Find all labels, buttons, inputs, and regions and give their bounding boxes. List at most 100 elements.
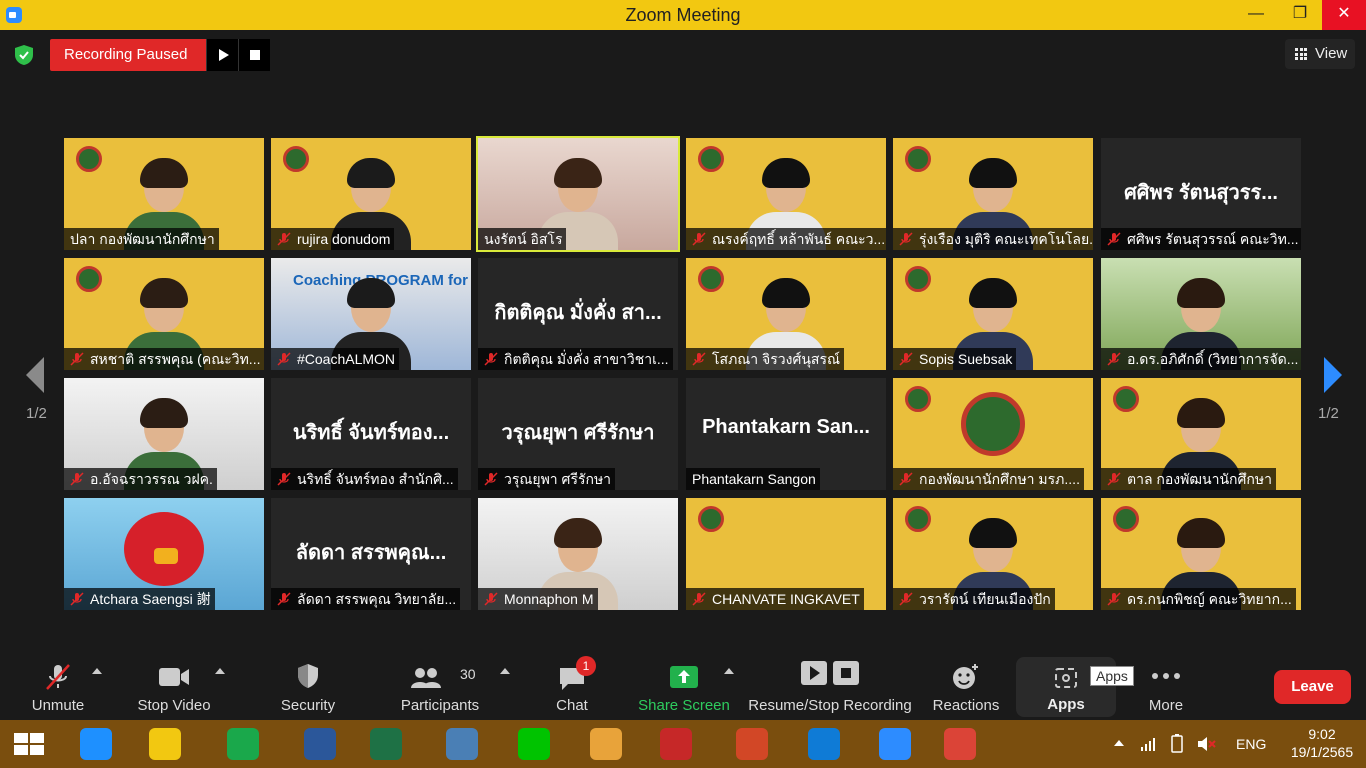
chat-button[interactable]: 1 Chat	[548, 650, 596, 720]
more-dots-icon	[1152, 673, 1180, 679]
participant-video-tile[interactable]: Coaching PROGRAM for #CoachALMON	[271, 258, 471, 370]
participant-video-tile[interactable]: ศศิพร รัตนสุวรร... ศศิพร รัตนสุวรรณ์ คณะว…	[1101, 138, 1301, 250]
participant-video-tile[interactable]: ปลา กองพัฒนานักศึกษา	[64, 138, 264, 250]
meeting-topbar: Recording Paused View	[0, 30, 1366, 78]
participant-name: CHANVATE INGKAVET	[712, 591, 860, 607]
participants-button[interactable]: 30 Participants	[396, 650, 484, 720]
participant-name: อ.อัจฉราวรรณ วฝค.	[90, 471, 213, 487]
participant-video-tile[interactable]: Monnaphon M	[478, 498, 678, 610]
chrome-icon[interactable]	[938, 724, 982, 764]
share-options-caret[interactable]	[724, 668, 734, 674]
view-button[interactable]: View	[1285, 39, 1355, 69]
battery-icon[interactable]	[1168, 734, 1186, 754]
participant-video-tile[interactable]: วรารัตน์ เทียนเมืองปัก	[893, 498, 1093, 610]
participant-display-name: วรุณยุพา ศรีรักษา	[501, 422, 655, 444]
participant-video-tile[interactable]: Sopis Suebsak	[893, 258, 1093, 370]
participant-video-tile[interactable]: นริทธิ์ จันทร์ทอง... นริทธิ์ จันทร์ทอง สำ…	[271, 378, 471, 490]
participant-display-name: ศศิพร รัตนสุวรร...	[1124, 182, 1278, 204]
participant-video-tile[interactable]: rujira donudom	[271, 138, 471, 250]
speaker-muted-icon[interactable]	[1196, 735, 1216, 753]
participant-name: กิตติคุณ มั่งคั่ง สาขาวิชาเ...	[504, 351, 669, 367]
participants-options-caret[interactable]	[500, 668, 510, 674]
university-logo-icon	[283, 146, 309, 172]
participant-name: rujira donudom	[297, 231, 391, 247]
participant-video-tile[interactable]: Atchara Saengsi 謝	[64, 498, 264, 610]
resume-stop-recording-button[interactable]: Resume/Stop Recording	[746, 650, 914, 720]
encryption-shield-icon[interactable]	[14, 44, 34, 66]
windows-start-icon[interactable]	[14, 733, 46, 755]
university-logo-icon	[698, 266, 724, 292]
word-icon[interactable]	[298, 724, 342, 764]
participant-display-name: Phantakarn San...	[702, 416, 870, 438]
muted-mic-icon	[692, 232, 706, 246]
participant-name-tag: ศศิพร รัตนสุวรรณ์ คณะวิท...	[1101, 228, 1301, 250]
powerpoint-icon[interactable]	[730, 724, 774, 764]
clock-date: 19/1/2565	[1290, 744, 1354, 760]
lisrel-icon[interactable]	[654, 724, 698, 764]
participant-name: สหชาติ สรรพคุณ (คณะวิท...	[90, 351, 261, 367]
minimize-button[interactable]: —	[1234, 0, 1278, 30]
clock[interactable]: 9:02 19/1/2565	[1290, 720, 1354, 768]
more-button[interactable]: More	[1138, 650, 1194, 720]
participant-video-tile[interactable]: ตาล กองพัฒนานักศึกษา	[1101, 378, 1301, 490]
recording-controls-icon	[801, 661, 859, 685]
zoom-icon[interactable]	[873, 724, 917, 764]
reactions-button[interactable]: Reactions	[928, 650, 1004, 720]
university-logo-icon	[1113, 386, 1139, 412]
participant-name: Monnaphon M	[504, 591, 594, 607]
leave-button[interactable]: Leave	[1274, 670, 1351, 704]
stop-recording-button[interactable]	[238, 39, 270, 71]
participant-video-tile[interactable]: CHANVATE INGKAVET	[686, 498, 886, 610]
resume-recording-button[interactable]	[206, 39, 238, 71]
participant-name-tag: ณรงค์ฤทธิ์ หล้าพันธ์ คณะว...	[686, 228, 886, 250]
participant-video-tile[interactable]: ลัดดา สรรพคุณ... ลัดดา สรรพคุณ วิทยาลัย..…	[271, 498, 471, 610]
video-options-caret[interactable]	[215, 668, 225, 674]
input-language[interactable]: ENG	[1236, 720, 1266, 768]
participant-video-tile[interactable]: โสภณา จิรวงศ์นุสรณ์	[686, 258, 886, 370]
participant-video-tile[interactable]: ดร.กนกพิชญ์ คณะวิทยาก...	[1101, 498, 1301, 610]
close-button[interactable]: ✕	[1322, 0, 1366, 30]
muted-mic-icon	[484, 592, 498, 606]
participant-video-tile[interactable]: อ.อัจฉราวรรณ วฝค.	[64, 378, 264, 490]
show-hidden-icons-caret-icon[interactable]	[1114, 740, 1124, 746]
next-page-arrow-icon[interactable]	[1320, 355, 1344, 395]
meeting-toolbar: Unmute Stop Video Security 30 Participan…	[0, 650, 1366, 720]
paint-icon[interactable]	[584, 724, 628, 764]
network-signal-icon[interactable]	[1140, 736, 1156, 752]
participant-video-tile[interactable]: กองพัฒนานักศึกษา มรภ....	[893, 378, 1093, 490]
unmute-button[interactable]: Unmute	[20, 650, 96, 720]
participant-video-tile[interactable]: นงรัตน์ อิสโร	[476, 136, 680, 252]
participant-video-tile[interactable]: อ.ดร.อภิศักดิ์ (วิทยาการจัด...	[1101, 258, 1301, 370]
participant-video-tile[interactable]: วรุณยุพา ศรีรักษา วรุณยุพา ศรีรักษา	[478, 378, 678, 490]
security-label: Security	[280, 697, 336, 714]
previous-page-arrow-icon[interactable]	[24, 355, 48, 395]
participant-video-tile[interactable]: Phantakarn San... Phantakarn Sangon	[686, 378, 886, 490]
participant-name: ดร.กนกพิชญ์ คณะวิทยาก...	[1127, 591, 1292, 607]
participant-video-tile[interactable]: กิตติคุณ มั่งคั่ง สา... กิตติคุณ มั่งคั่ง…	[478, 258, 678, 370]
university-logo-icon	[76, 146, 102, 172]
participant-video-tile[interactable]: สหชาติ สรรพคุณ (คณะวิท...	[64, 258, 264, 370]
internet-explorer-icon[interactable]	[74, 724, 118, 764]
participant-name: ตาล กองพัฒนานักศึกษา	[1127, 471, 1272, 487]
university-logo-icon	[76, 266, 102, 292]
share-screen-button[interactable]: Share Screen	[636, 650, 732, 720]
security-button[interactable]: Security	[272, 650, 344, 720]
participant-name-tag: วรารัตน์ เทียนเมืองปัก	[893, 588, 1055, 610]
recording-status-label: Recording Paused	[50, 39, 206, 71]
audio-options-caret[interactable]	[92, 668, 102, 674]
file-explorer-icon[interactable]	[143, 724, 187, 764]
store-icon[interactable]	[221, 724, 265, 764]
participant-video-tile[interactable]: รุ่งเรือง มุติริ คณะเทคโนโลย...	[893, 138, 1093, 250]
participant-name: นริทธิ์ จันทร์ทอง สำนักศิ...	[297, 471, 454, 487]
excel-icon[interactable]	[364, 724, 408, 764]
edge-icon[interactable]	[802, 724, 846, 764]
muted-mic-icon	[277, 592, 291, 606]
stop-video-button[interactable]: Stop Video	[134, 650, 214, 720]
calculator-icon[interactable]	[440, 724, 484, 764]
participant-video-tile[interactable]: ณรงค์ฤทธิ์ หล้าพันธ์ คณะว...	[686, 138, 886, 250]
participants-icon	[411, 668, 441, 688]
university-emblem-icon	[961, 392, 1025, 456]
line-icon[interactable]	[512, 724, 556, 764]
muted-mic-icon	[1107, 232, 1121, 246]
maximize-button[interactable]: ❐	[1278, 0, 1322, 30]
